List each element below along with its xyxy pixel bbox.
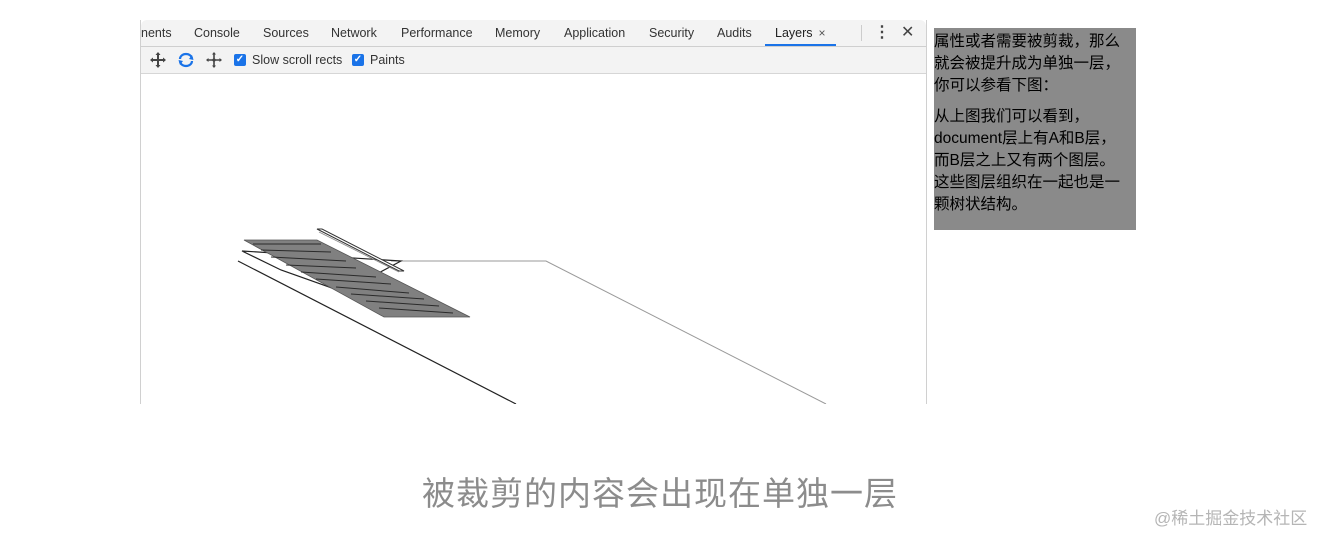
- layers-3d-viewport[interactable]: [141, 74, 926, 404]
- explanation-paragraph-1: 属性或者需要被剪裁，那么 就会被提升成为单独一层， 你可以参看下图：: [934, 33, 1121, 94]
- tab-layers[interactable]: Layers ×: [765, 20, 836, 46]
- devtools-panel: nents Console Sources Network Performanc…: [140, 20, 927, 404]
- tab-security[interactable]: Security: [649, 20, 694, 46]
- tab-divider: [861, 25, 862, 41]
- screenshot-stage: nents Console Sources Network Performanc…: [0, 0, 1320, 534]
- tab-console[interactable]: Console: [194, 20, 240, 46]
- layers-toolbar: ✓ Slow scroll rects ✓ Paints: [141, 47, 926, 74]
- tab-application[interactable]: Application: [564, 20, 625, 46]
- figure-caption: 被裁剪的内容会出现在单独一层: [0, 470, 1320, 518]
- layers-3d-view: [237, 228, 827, 404]
- figure-caption-text: 被裁剪的内容会出现在单独一层: [422, 475, 898, 512]
- slow-scroll-rects-label: Slow scroll rects: [252, 53, 343, 67]
- close-tab-icon[interactable]: ×: [819, 26, 826, 40]
- tab-network[interactable]: Network: [331, 20, 377, 46]
- more-options-icon[interactable]: ⋮: [874, 20, 890, 46]
- explanation-paragraph-2: 从上图我们可以看到， document层上有A和B层， 而B层之上又有两个图层。…: [934, 108, 1121, 213]
- document-layer-far-edge: [391, 260, 827, 404]
- pan-icon[interactable]: [149, 51, 167, 69]
- tab-sources[interactable]: Sources: [263, 20, 309, 46]
- tab-performance[interactable]: Performance: [401, 20, 473, 46]
- tab-memory[interactable]: Memory: [495, 20, 540, 46]
- slow-scroll-rects-checkbox[interactable]: ✓: [234, 54, 246, 66]
- paints-label: Paints: [370, 53, 405, 67]
- rotate-icon[interactable]: [177, 51, 195, 69]
- devtools-tab-bar: nents Console Sources Network Performanc…: [141, 20, 926, 47]
- watermark-text: @稀土掘金技术社区: [1154, 509, 1308, 528]
- tab-elements[interactable]: nents: [141, 20, 172, 46]
- tab-layers-label: Layers: [775, 26, 813, 40]
- tab-audits[interactable]: Audits: [717, 20, 752, 46]
- reset-transform-icon[interactable]: [205, 51, 223, 69]
- paints-checkbox[interactable]: ✓: [352, 54, 364, 66]
- close-devtools-icon[interactable]: ✕: [901, 20, 914, 46]
- explanation-box: 属性或者需要被剪裁，那么 就会被提升成为单独一层， 你可以参看下图： 从上图我们…: [934, 28, 1136, 230]
